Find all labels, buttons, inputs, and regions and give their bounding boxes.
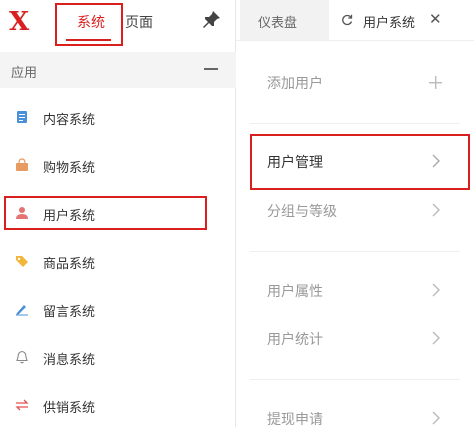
tab-label: 用户系统 — [363, 16, 416, 31]
svg-text:X: X — [9, 7, 30, 36]
minus-icon[interactable] — [204, 68, 218, 70]
chevron-right-icon — [432, 411, 440, 425]
menu-item-label: 分组与等级 — [267, 204, 337, 220]
refresh-icon[interactable] — [341, 14, 353, 26]
tab-label: 仪表盘 — [258, 16, 298, 31]
chevron-right-icon — [432, 283, 440, 297]
menu-item-groups-levels[interactable]: 分组与等级 — [236, 189, 474, 233]
document-icon — [17, 111, 27, 123]
sidebar-item-label: 购物系统 — [43, 161, 96, 176]
menu-item-label: 提现申请 — [267, 412, 323, 427]
section-header-apps[interactable]: 应用 — [0, 52, 236, 88]
sidebar-item-label: 消息系统 — [43, 353, 96, 368]
menu-item-label: 用户统计 — [267, 332, 323, 348]
menu-item-label: 用户属性 — [267, 284, 323, 300]
sidebar-item-label: 内容系统 — [43, 113, 96, 128]
tag-icon — [16, 256, 28, 267]
shopping-bag-icon — [16, 158, 28, 171]
tab-user-system[interactable]: 用户系统 ✕ — [333, 0, 455, 40]
tab-dashboard[interactable]: 仪表盘 — [240, 0, 329, 40]
pin-icon[interactable] — [200, 9, 222, 31]
left-sidebar: X 系统 页面 应用 内容系统 购物系统 用户系统 商品系统 留言系统 消息系统… — [0, 0, 236, 427]
divider — [250, 379, 460, 380]
tab-page[interactable]: 页面 — [125, 12, 153, 32]
sidebar-topbar: X 系统 页面 — [0, 0, 235, 46]
exchange-icon — [15, 399, 29, 411]
menu-item-label: 添加用户 — [267, 76, 323, 92]
menu-item-user-attributes[interactable]: 用户属性 — [236, 269, 474, 313]
divider — [250, 123, 460, 124]
sidebar-item-label: 留言系统 — [43, 305, 96, 320]
chevron-right-icon — [432, 203, 440, 217]
sidebar-item-label: 商品系统 — [43, 257, 96, 272]
sidebar-item-messages[interactable]: 消息系统 — [0, 338, 236, 378]
logo: X — [9, 7, 30, 36]
section-title: 应用 — [11, 66, 38, 81]
sidebar-item-shopping[interactable]: 购物系统 — [0, 146, 236, 186]
pen-icon — [16, 305, 28, 316]
tab-active-underline — [66, 39, 111, 41]
tab-system[interactable]: 系统 — [77, 12, 105, 32]
menu-item-user-stats[interactable]: 用户统计 — [236, 317, 474, 361]
divider — [250, 251, 460, 252]
plus-icon[interactable] — [429, 76, 442, 89]
close-icon[interactable]: ✕ — [429, 11, 442, 27]
submenu-panel: 仪表盘 用户系统 ✕ 添加用户 用户管理 分组与等级 用户属性 用户统计 提现申… — [236, 0, 474, 427]
active-item-highlight — [4, 196, 207, 230]
sidebar-item-supply[interactable]: 供销系统 — [0, 386, 236, 426]
bell-icon — [16, 350, 28, 364]
tab-bar-border — [236, 40, 474, 41]
sidebar-item-label: 供销系统 — [43, 401, 96, 416]
menu-item-withdrawal-request[interactable]: 提现申请 — [236, 397, 474, 427]
sidebar-item-content[interactable]: 内容系统 — [0, 98, 236, 138]
chevron-right-icon — [432, 331, 440, 345]
sidebar-item-products[interactable]: 商品系统 — [0, 242, 236, 282]
sidebar-item-comments[interactable]: 留言系统 — [0, 290, 236, 330]
highlighted-item-box — [250, 134, 470, 190]
